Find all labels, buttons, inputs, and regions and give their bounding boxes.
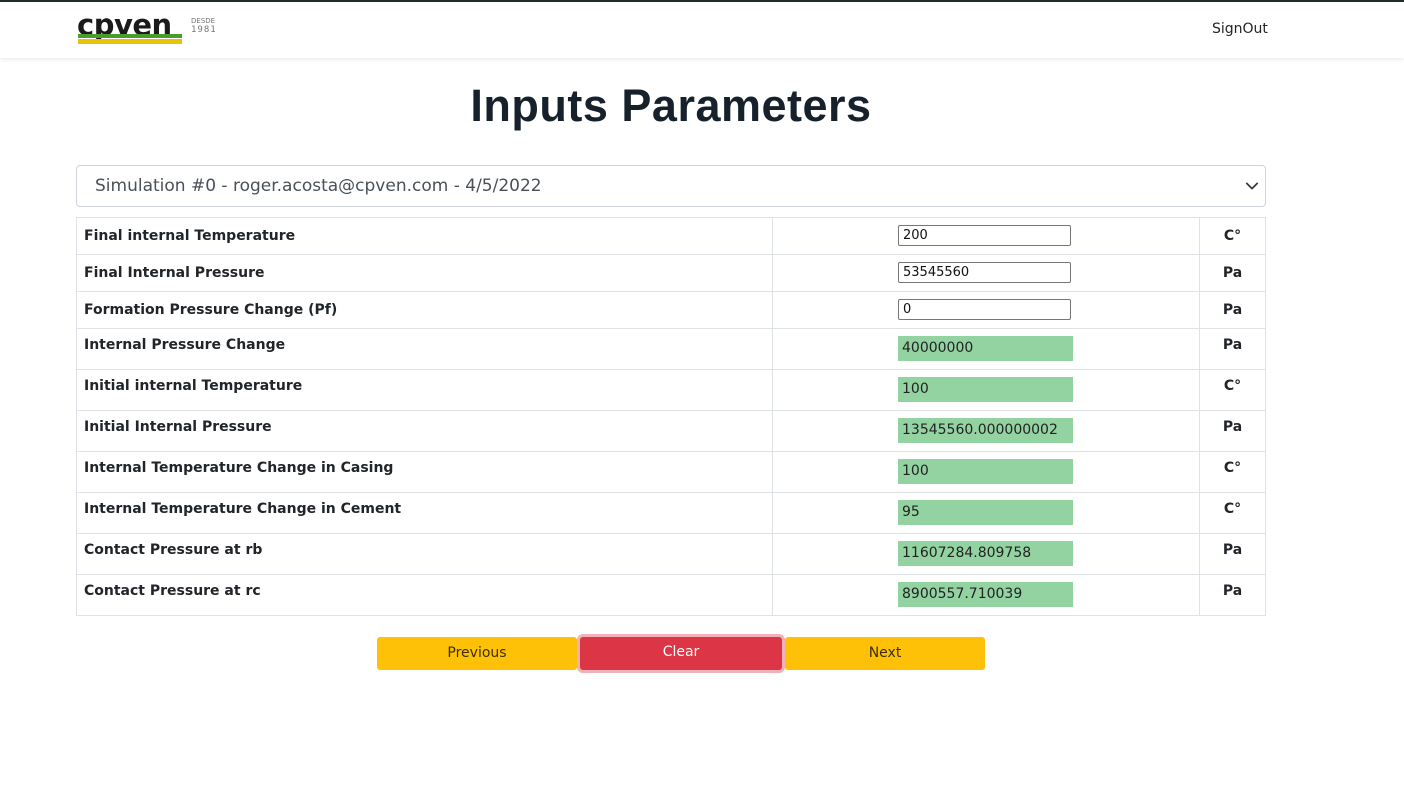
table-row: Internal Temperature Change in Casing 10…: [76, 451, 1266, 493]
param-label: Initial internal Temperature: [76, 369, 773, 411]
table-row: Contact Pressure at rb 11607284.809758 P…: [76, 533, 1266, 575]
param-label: Contact Pressure at rb: [76, 533, 773, 575]
logo-green-stripe: [78, 34, 182, 38]
param-unit: Pa: [1199, 254, 1266, 292]
logo-desde: DESDE: [191, 17, 216, 25]
clear-button[interactable]: Clear: [580, 637, 782, 670]
param-unit: Pa: [1199, 410, 1266, 452]
param-label: Internal Temperature Change in Cement: [76, 492, 773, 534]
param-unit: Pa: [1199, 574, 1266, 616]
param-label: Final internal Temperature: [76, 217, 773, 255]
param-unit: Pa: [1199, 291, 1266, 329]
brand-logo[interactable]: cpven DESDE 1981: [77, 10, 217, 46]
temperature-change-cement-value: 95: [898, 500, 1073, 525]
page-title: Inputs Parameters: [470, 80, 872, 131]
table-row: Contact Pressure at rc 8900557.710039 Pa: [76, 574, 1266, 616]
temperature-change-casing-value: 100: [898, 459, 1073, 484]
param-unit: Pa: [1199, 533, 1266, 575]
table-row: Final Internal Pressure Pa: [76, 254, 1266, 292]
previous-button[interactable]: Previous: [377, 637, 577, 670]
final-internal-temperature-input[interactable]: [898, 225, 1071, 246]
param-unit: C°: [1199, 451, 1266, 493]
initial-internal-pressure-value: 13545560.000000002: [898, 418, 1073, 443]
table-row: Initial internal Temperature 100 C°: [76, 369, 1266, 411]
table-row: Final internal Temperature C°: [76, 217, 1266, 255]
param-unit: Pa: [1199, 328, 1266, 370]
parameters-table: Final internal Temperature C° Final Inte…: [76, 217, 1266, 616]
contact-pressure-rb-value: 11607284.809758: [898, 541, 1073, 566]
table-row: Internal Temperature Change in Cement 95…: [76, 492, 1266, 534]
param-label: Formation Pressure Change (Pf): [76, 291, 773, 329]
table-row: Internal Pressure Change 40000000 Pa: [76, 328, 1266, 370]
param-unit: C°: [1199, 369, 1266, 411]
simulation-select[interactable]: Simulation #0 - roger.acosta@cpven.com -…: [76, 165, 1266, 207]
simulation-select-value: Simulation #0 - roger.acosta@cpven.com -…: [95, 176, 542, 196]
param-label: Contact Pressure at rc: [76, 574, 773, 616]
initial-internal-temperature-value: 100: [898, 377, 1073, 402]
navbar: cpven DESDE 1981 SignOut: [0, 2, 1404, 58]
table-row: Initial Internal Pressure 13545560.00000…: [76, 410, 1266, 452]
internal-pressure-change-value: 40000000: [898, 336, 1073, 361]
final-internal-pressure-input[interactable]: [898, 262, 1071, 283]
param-unit: C°: [1199, 217, 1266, 255]
param-label: Internal Temperature Change in Casing: [76, 451, 773, 493]
param-label: Final Internal Pressure: [76, 254, 773, 292]
logo-yellow-stripe: [78, 39, 182, 44]
signout-link[interactable]: SignOut: [1212, 21, 1268, 37]
param-label: Initial Internal Pressure: [76, 410, 773, 452]
next-button[interactable]: Next: [785, 637, 985, 670]
param-label: Internal Pressure Change: [76, 328, 773, 370]
param-unit: C°: [1199, 492, 1266, 534]
contact-pressure-rc-value: 8900557.710039: [898, 582, 1073, 607]
logo-year: 1981: [191, 25, 217, 35]
chevron-down-icon: [1245, 182, 1259, 190]
formation-pressure-change-input[interactable]: [898, 299, 1071, 320]
table-row: Formation Pressure Change (Pf) Pa: [76, 291, 1266, 329]
